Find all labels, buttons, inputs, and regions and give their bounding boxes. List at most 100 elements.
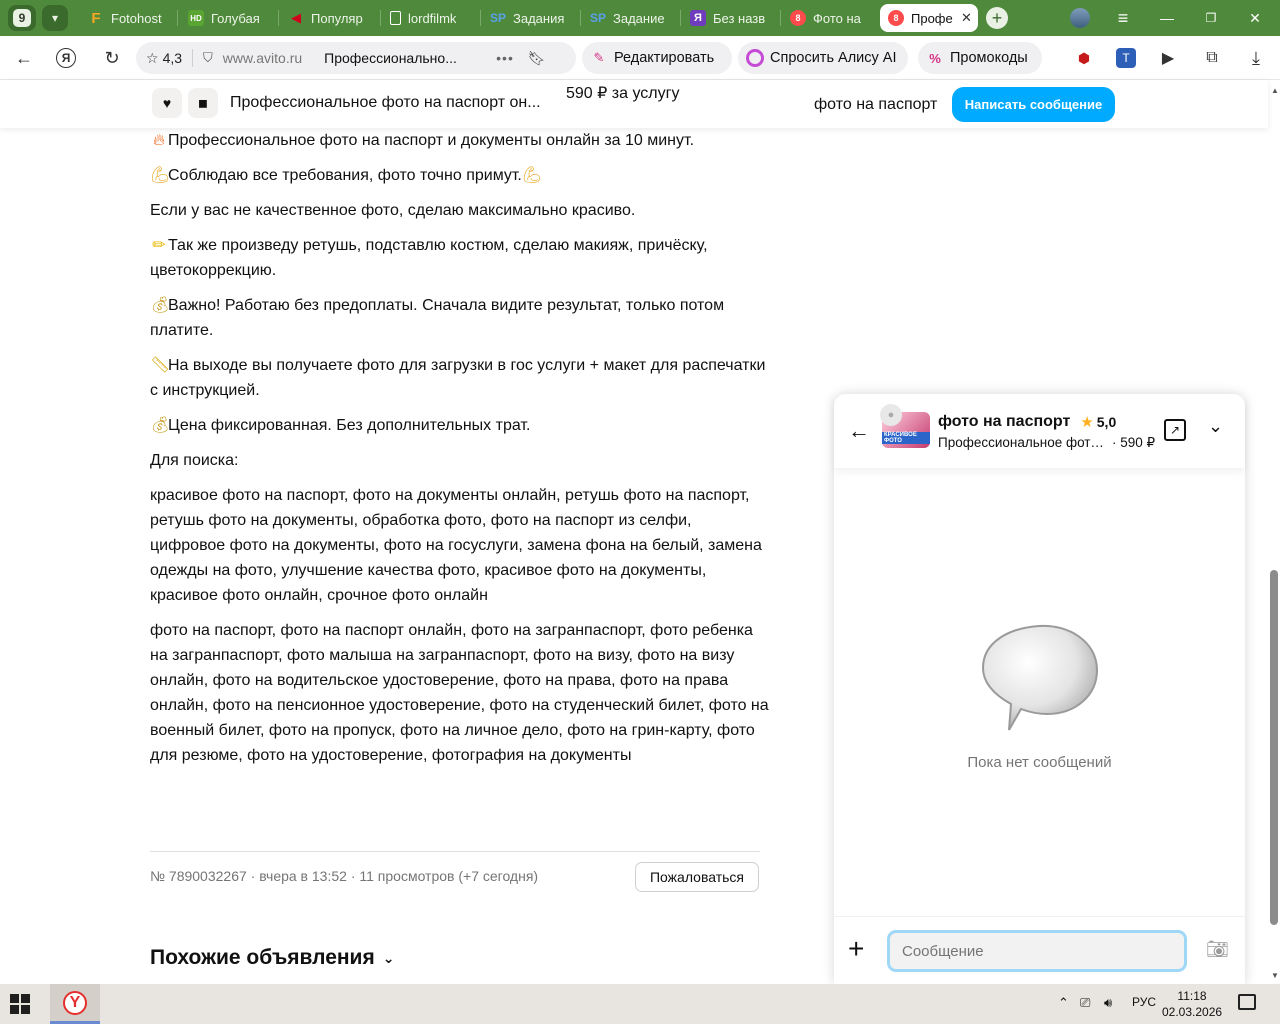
tab-menu-chevron-icon[interactable]: ▾: [42, 5, 68, 31]
downloads-icon[interactable]: ⤓: [1244, 46, 1268, 70]
tab-active-professionalnoe[interactable]: 8 Профе ✕: [880, 4, 978, 32]
close-window-icon[interactable]: ✕: [1242, 6, 1268, 30]
scroll-up-arrow-icon[interactable]: ▲: [1271, 86, 1279, 95]
similar-listings-heading[interactable]: Похожие объявления ⌄: [150, 946, 394, 970]
tab-label: Фото на: [813, 10, 861, 26]
address-bar[interactable]: ☆ 4,3 ⛉ www.avito.ru Профессионально... …: [136, 42, 576, 74]
seller-rating: ★ 5,0: [1080, 413, 1116, 431]
description-keywords: красивое фото на паспорт, фото на докуме…: [150, 487, 762, 604]
note-icon[interactable]: ◼: [188, 88, 218, 118]
pencil-icon: ✏︎: [152, 237, 166, 254]
ask-alice-button[interactable]: Спросить Алису AI: [738, 42, 908, 74]
chat-header: ← КРАСИВОЕ ФОТО ● фото на паспорт ★ 5,0 …: [834, 394, 1245, 468]
edit-pill-button[interactable]: ✎ Редактировать: [582, 42, 732, 74]
restore-icon[interactable]: ❐: [1198, 6, 1224, 30]
write-message-button[interactable]: Написать сообщение: [952, 87, 1115, 122]
more-dots-icon[interactable]: •••: [496, 50, 514, 66]
clock-time: 11:18: [1177, 989, 1207, 1003]
chat-back-arrow-icon[interactable]: ←: [848, 418, 870, 444]
tab-label: Задания: [513, 10, 565, 26]
browser-tab-strip: 9 ▾ F Fotohost HD Голубая ◀ Популяр lord…: [0, 0, 1280, 36]
collections-icon[interactable]: ⧉: [1200, 46, 1224, 70]
chat-item-info[interactable]: Профессиональное фото на паспорт · 590 ₽: [938, 435, 1155, 451]
browser-toolbar: ← Я ↻ ☆ 4,3 ⛉ www.avito.ru Профессиональ…: [0, 36, 1280, 80]
listing-title: Профессиональное фото на паспорт он...: [230, 94, 541, 111]
seller-name-link[interactable]: фото на паспорт: [814, 96, 937, 114]
description-paragraph: Если у вас не качественное фото, сделаю …: [150, 202, 636, 219]
description-keywords: фото на паспорт, фото на паспорт онлайн,…: [150, 622, 769, 764]
listing-meta-info: № 7890032267 · вчера в 13:52 · 11 просмо…: [150, 868, 539, 884]
url-domain: www.avito.ru: [222, 50, 303, 66]
url-page-title: Профессионально...: [324, 50, 457, 66]
extension-translate-icon[interactable]: T: [1116, 48, 1136, 68]
avito-favicon-icon: 8: [888, 10, 904, 26]
no-messages-text: Пока нет сообщений: [967, 754, 1112, 771]
scrollbar-thumb[interactable]: [1270, 570, 1278, 925]
site-rating[interactable]: ☆ 4,3: [146, 50, 182, 67]
collapse-chevron-down-icon[interactable]: ⌄: [1208, 416, 1223, 437]
chat-item-title: Профессиональное фото на паспорт: [938, 435, 1108, 450]
flexed-biceps-icon: 💪︎: [521, 167, 543, 184]
tab-zadanie[interactable]: SP Задание: [582, 4, 676, 32]
chat-panel: ← КРАСИВОЕ ФОТО ● фото на паспорт ★ 5,0 …: [834, 394, 1245, 984]
chat-item-price: · 590 ₽: [1112, 435, 1156, 450]
tab-fotohost[interactable]: F Fotohost: [80, 4, 172, 32]
system-clock[interactable]: 11:18 02.03.2026: [1162, 988, 1222, 1020]
language-indicator[interactable]: РУС: [1132, 995, 1156, 1009]
avito-favicon-icon: 8: [790, 10, 806, 26]
complain-button[interactable]: Пожаловаться: [635, 862, 759, 892]
browser-menu-icon[interactable]: ≡: [1110, 6, 1136, 30]
yandex-browser-taskbar-icon[interactable]: Y: [50, 984, 100, 1024]
reload-icon[interactable]: ↻: [100, 46, 124, 70]
chat-seller-name[interactable]: фото на паспорт ★ 5,0: [938, 413, 1116, 431]
money-bag-icon: 💰︎: [150, 297, 171, 314]
camera-icon[interactable]: 📷︎: [1206, 939, 1229, 960]
tab-populyar[interactable]: ◀ Популяр: [280, 4, 376, 32]
scroll-down-arrow-icon[interactable]: ▼: [1271, 971, 1279, 980]
promocodes-button[interactable]: % Промокоды: [918, 42, 1042, 74]
extension-shield-icon[interactable]: ⬢: [1072, 46, 1096, 70]
seller-avatar[interactable]: КРАСИВОЕ ФОТО ●: [880, 404, 930, 448]
tab-bez-nazvaniya[interactable]: Я Без назв: [682, 4, 776, 32]
windows-taskbar: Y ⌃ ⎚ 🔊︎ РУС 11:18 02.03.2026: [0, 984, 1280, 1024]
shield-icon[interactable]: ⛉: [203, 50, 213, 66]
seller-logo-text: КРАСИВОЕ ФОТО: [882, 432, 930, 444]
message-input[interactable]: [887, 930, 1187, 972]
tab-golubaya[interactable]: HD Голубая: [180, 4, 274, 32]
chat-seller-name-text: фото на паспорт: [938, 413, 1071, 430]
tab-label: lordfilmk: [408, 10, 457, 26]
description-paragraph: Профессиональное фото на паспорт и докум…: [168, 132, 695, 149]
tab-zadaniya[interactable]: SP Задания: [482, 4, 576, 32]
bookmark-icon[interactable]: 🔖︎: [528, 50, 546, 67]
new-tab-plus-icon[interactable]: +: [986, 7, 1008, 29]
site-rating-value: 4,3: [162, 50, 183, 66]
yandex-logo-icon[interactable]: Я: [56, 48, 76, 68]
volume-icon[interactable]: 🔊︎: [1104, 995, 1112, 1011]
open-external-icon[interactable]: ↗: [1164, 419, 1186, 441]
media-play-icon[interactable]: ▶: [1156, 46, 1180, 70]
network-icon[interactable]: ⎚: [1080, 995, 1090, 1011]
divider: [150, 851, 760, 852]
description-paragraph: На выходе вы получаете фото для загрузки…: [150, 357, 766, 399]
description-paragraph: Так же произведу ретушь, подставлю костю…: [150, 237, 708, 279]
windows-start-icon[interactable]: [10, 994, 30, 1014]
description-paragraph: Цена фиксированная. Без дополнительных т…: [168, 417, 531, 434]
similar-listings-label: Похожие объявления: [150, 946, 375, 969]
attach-plus-icon[interactable]: +: [848, 935, 864, 963]
tab-lordfilm[interactable]: lordfilmk: [382, 4, 476, 32]
tab-foto-na[interactable]: 8 Фото на: [782, 4, 874, 32]
show-hidden-icons-chevron-icon[interactable]: ⌃: [1058, 995, 1069, 1011]
tab-label: Fotohost: [111, 10, 162, 26]
close-tab-icon[interactable]: ✕: [961, 10, 972, 26]
profile-avatar-icon[interactable]: [1068, 6, 1092, 30]
description-paragraph: Важно! Работаю без предоплаты. Сначала в…: [150, 297, 725, 339]
tab-label: Без назв: [713, 10, 766, 26]
back-arrow-icon[interactable]: ←: [12, 46, 36, 70]
favorite-heart-icon[interactable]: ♥: [152, 88, 182, 118]
tab-counter-button[interactable]: 9: [8, 5, 36, 31]
fire-icon: 🔥︎: [153, 132, 165, 149]
promo-label: Промокоды: [950, 50, 1028, 66]
notifications-icon[interactable]: [1238, 994, 1256, 1010]
page-scrollbar[interactable]: ▲ ▼: [1268, 80, 1280, 984]
minimize-icon[interactable]: —: [1154, 6, 1180, 30]
